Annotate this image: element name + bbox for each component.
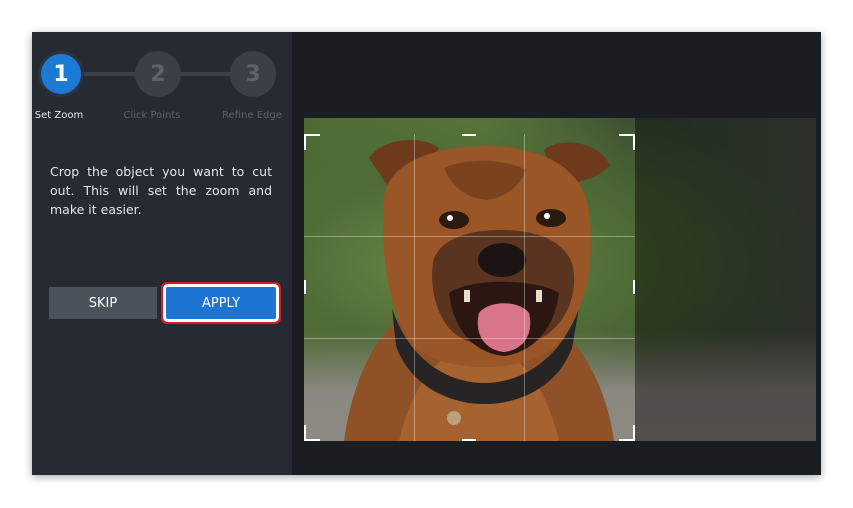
crop-handle-bottom-left[interactable]: [304, 425, 320, 441]
app-window: 1 2 3 Set Zoom Click Points Refine Edge …: [32, 32, 821, 475]
canvas-stage: [292, 32, 821, 475]
crop-handle-top-right[interactable]: [619, 134, 635, 150]
step-2-label: Click Points: [123, 110, 181, 121]
crop-dim-overlay: [635, 118, 816, 441]
skip-button[interactable]: SKIP: [49, 287, 157, 319]
step-2-circle[interactable]: 2: [135, 51, 181, 97]
step-1-label: Set Zoom: [34, 110, 84, 121]
step-3-circle[interactable]: 3: [230, 51, 276, 97]
crop-grid-line: [304, 338, 635, 339]
crop-handle-top[interactable]: [462, 134, 476, 136]
crop-handle-left[interactable]: [304, 280, 306, 294]
sidebar: 1 2 3 Set Zoom Click Points Refine Edge …: [32, 32, 292, 475]
instructions-text: Crop the object you want to cut out. Thi…: [50, 164, 272, 217]
crop-grid-line: [414, 134, 415, 441]
crop-grid-line: [524, 134, 525, 441]
apply-button[interactable]: APPLY: [166, 287, 276, 319]
dog-photo: [304, 118, 816, 441]
crop-box[interactable]: [304, 134, 635, 441]
step-1-circle[interactable]: 1: [38, 51, 84, 97]
step-3-label: Refine Edge: [222, 110, 282, 121]
crop-handle-bottom[interactable]: [462, 439, 476, 441]
crop-handle-bottom-right[interactable]: [619, 425, 635, 441]
crop-handle-top-left[interactable]: [304, 134, 320, 150]
crop-grid-line: [304, 236, 635, 237]
crop-handle-right[interactable]: [633, 280, 635, 294]
